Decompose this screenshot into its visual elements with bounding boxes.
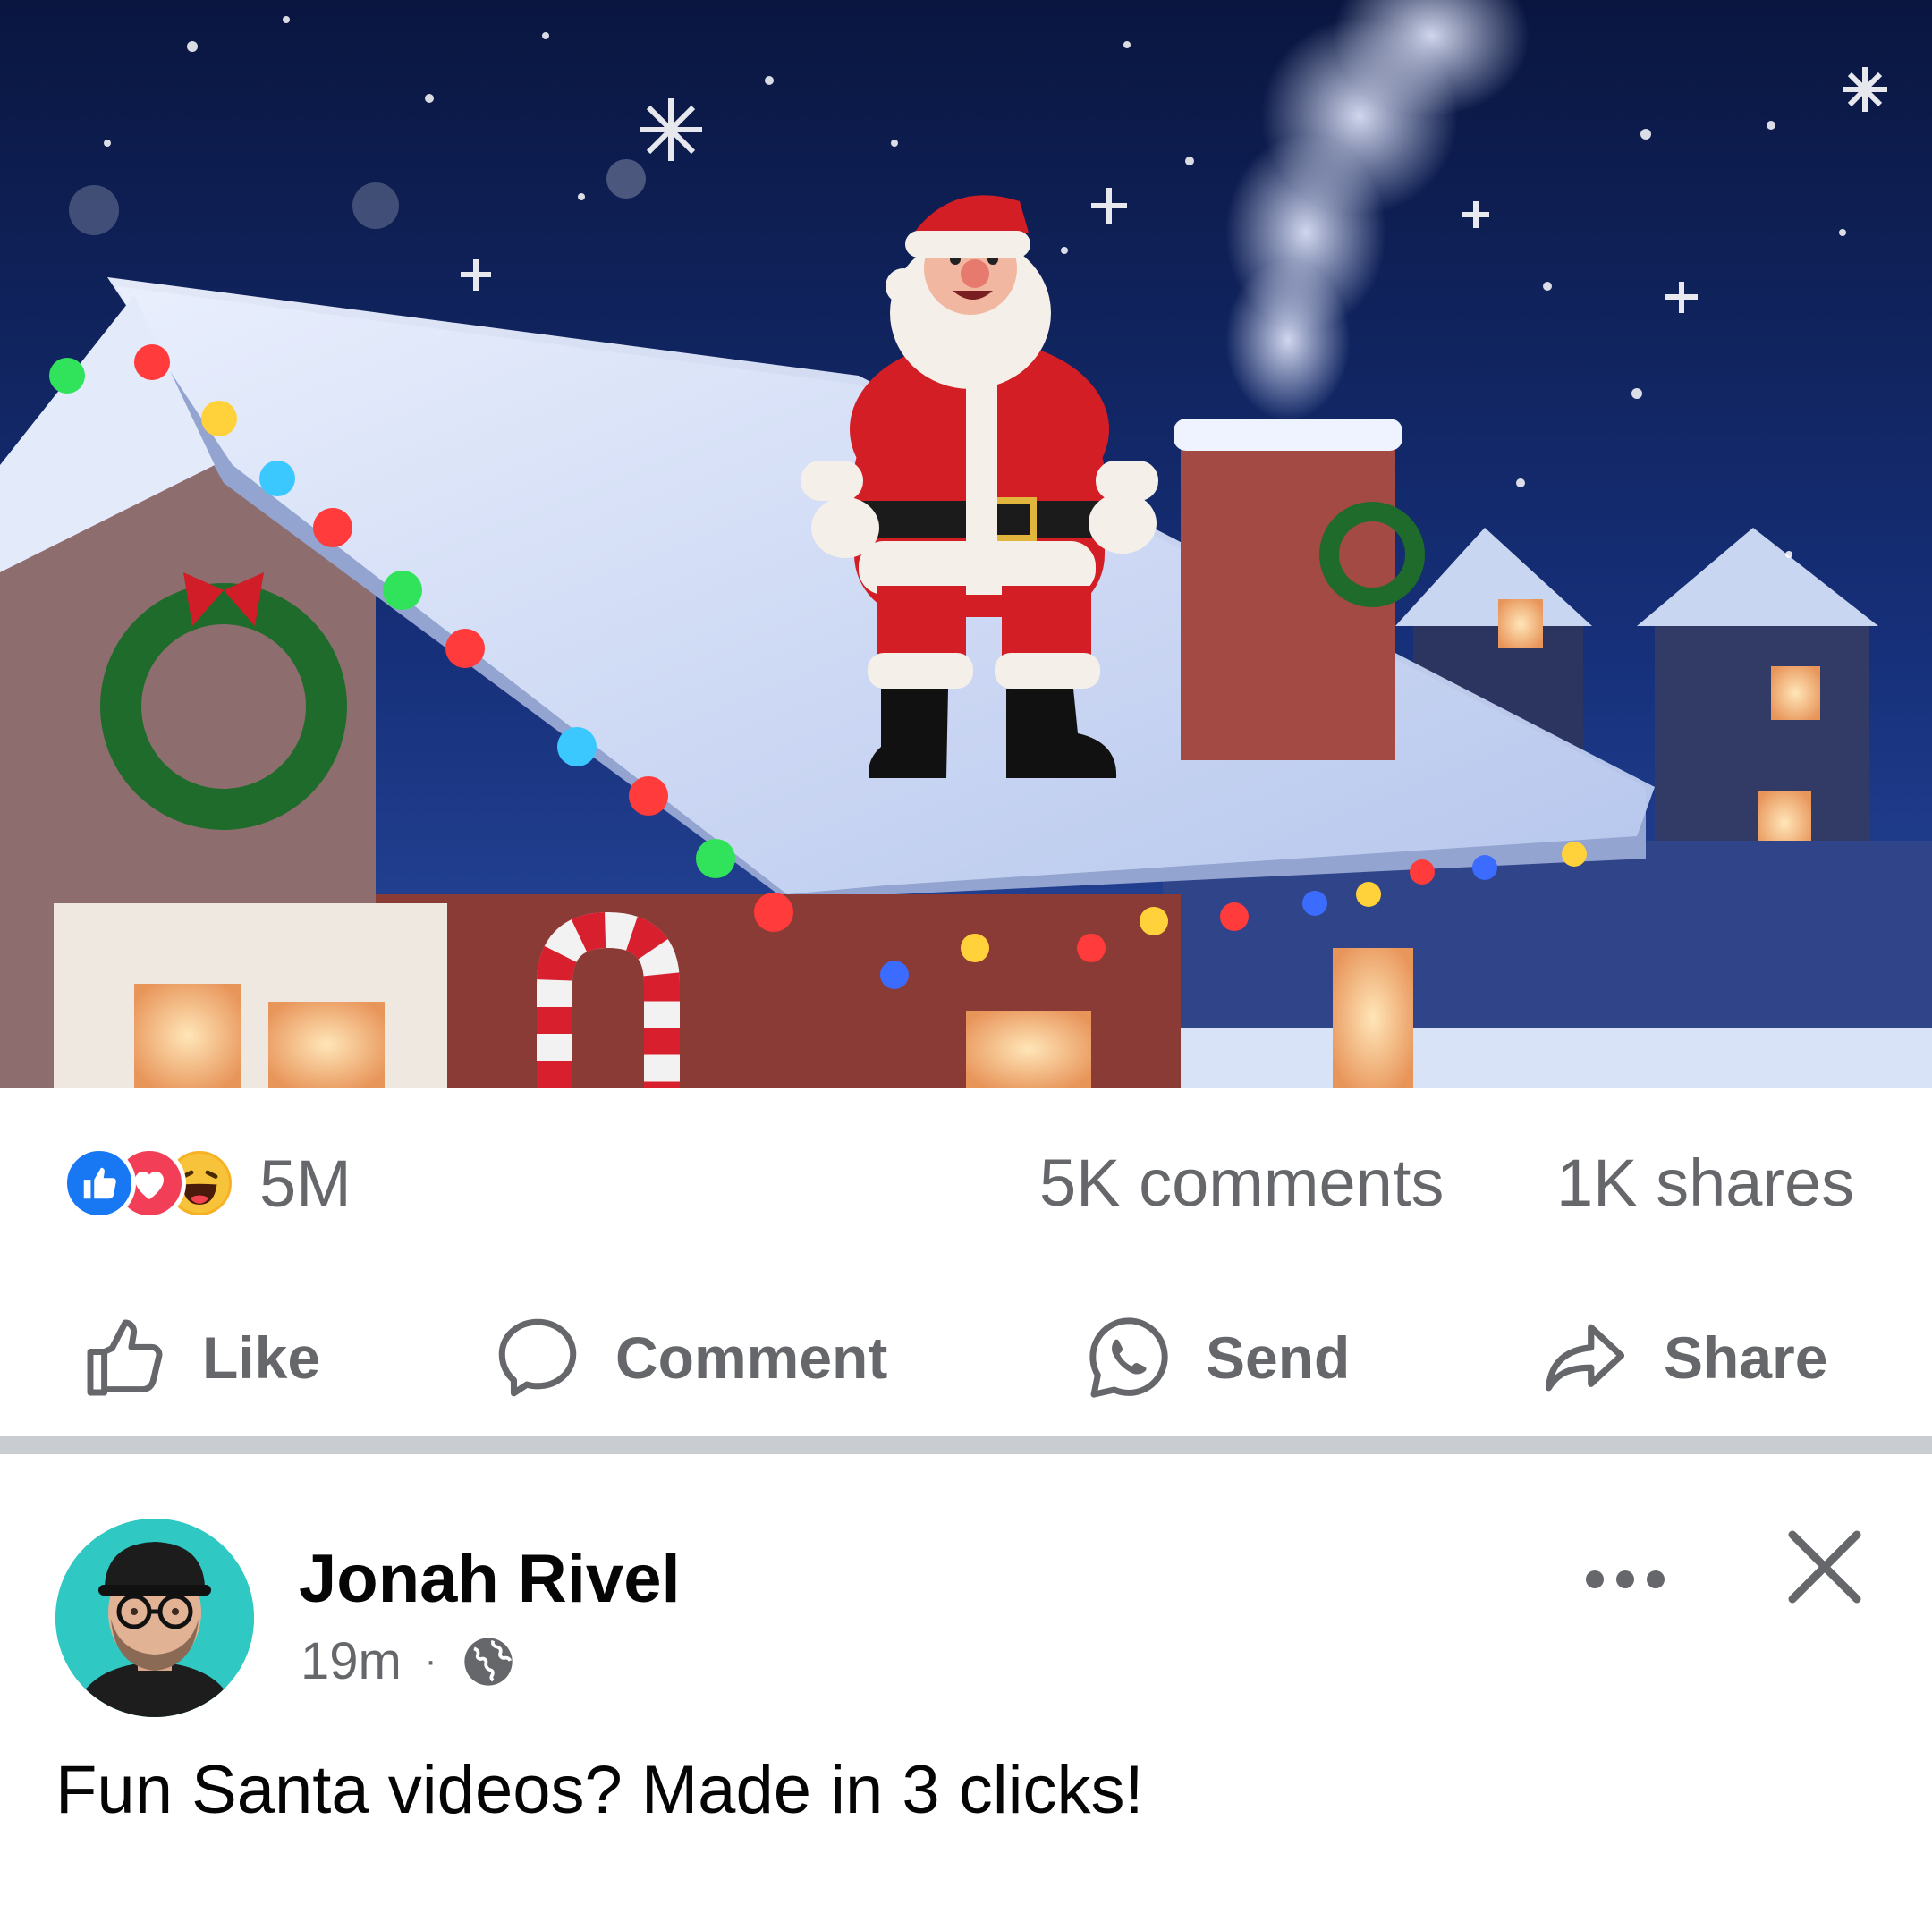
post-meta: 19m · bbox=[301, 1631, 517, 1691]
globe-icon bbox=[464, 1637, 513, 1686]
post-video-thumbnail[interactable] bbox=[0, 0, 1932, 1088]
like-icon bbox=[63, 1147, 136, 1220]
send-label: Send bbox=[1206, 1325, 1351, 1391]
reactions-summary[interactable]: 5M bbox=[63, 1143, 352, 1223]
share-arrow-icon bbox=[1545, 1324, 1625, 1392]
post-action-bar: Like Comment Send Share bbox=[0, 1277, 1932, 1436]
comments-count-link[interactable]: 5K comments bbox=[1039, 1143, 1444, 1223]
comment-button[interactable]: Comment bbox=[490, 1304, 887, 1411]
comment-bubble-icon bbox=[498, 1318, 577, 1397]
shares-count-link[interactable]: 1K shares bbox=[1556, 1143, 1854, 1223]
more-dot bbox=[1647, 1570, 1665, 1588]
post-stats-row: 5M 5K comments 1K shares bbox=[0, 1088, 1932, 1277]
send-button[interactable]: Send bbox=[1082, 1304, 1350, 1411]
more-dot bbox=[1616, 1570, 1634, 1588]
meta-separator: · bbox=[424, 1641, 437, 1680]
comment-label: Comment bbox=[615, 1325, 888, 1391]
whatsapp-icon bbox=[1089, 1317, 1168, 1398]
avatar[interactable] bbox=[55, 1519, 254, 1717]
more-options-button[interactable] bbox=[1567, 1544, 1683, 1615]
thumbs-up-icon bbox=[87, 1319, 163, 1396]
reaction-count[interactable]: 5M bbox=[259, 1146, 352, 1222]
more-dot bbox=[1586, 1570, 1604, 1588]
post-time[interactable]: 19m bbox=[301, 1631, 402, 1691]
share-label: Share bbox=[1664, 1325, 1828, 1391]
next-post-header: Jonah Rivel 19m · Fun Santa videos? Made… bbox=[0, 1454, 1932, 1930]
close-icon bbox=[1788, 1530, 1861, 1604]
post-caption: Fun Santa videos? Made in 3 clicks! bbox=[55, 1752, 1144, 1828]
author-name[interactable]: Jonah Rivel bbox=[299, 1540, 681, 1618]
like-button[interactable]: Like bbox=[79, 1304, 320, 1411]
feed-divider bbox=[0, 1436, 1932, 1454]
like-label: Like bbox=[202, 1325, 321, 1391]
share-button[interactable]: Share bbox=[1537, 1304, 1827, 1411]
close-button[interactable] bbox=[1780, 1522, 1869, 1612]
